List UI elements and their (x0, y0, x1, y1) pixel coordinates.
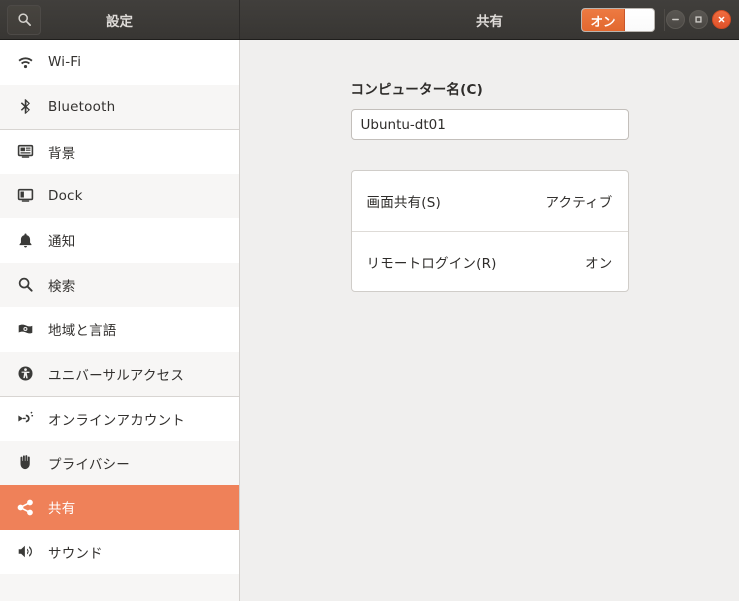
share-icon (10, 499, 40, 516)
search-icon (10, 276, 40, 293)
sidebar-item-bluetooth[interactable]: Bluetooth (0, 84, 239, 129)
speaker-icon (10, 543, 40, 560)
sidebar-item-label: Bluetooth (48, 98, 116, 115)
online-accounts-icon (10, 410, 40, 427)
computer-name-input[interactable] (350, 109, 629, 140)
close-icon (718, 16, 725, 23)
sidebar-item-label: Dock (48, 187, 83, 204)
row-value: アクティブ (545, 195, 613, 211)
sidebar-item-label: 検索 (48, 278, 76, 295)
search-button[interactable] (7, 4, 41, 35)
sidebar-item-label: 背景 (48, 145, 76, 162)
toggle-on-label: オン (582, 9, 625, 31)
flag-icon (10, 321, 40, 338)
sharing-options-list: 画面共有(S) アクティブ リモートログイン(R) オン (350, 170, 629, 292)
sidebar-item-online-accounts[interactable]: オンラインアカウント (0, 396, 239, 441)
sharing-panel-inner: コンピューター名(C) 画面共有(S) アクティブ リモートログイン(R) オン (350, 40, 629, 292)
titlebar: 設定 共有 オン (0, 0, 739, 40)
search-icon (17, 12, 32, 27)
settings-window: 設定 共有 オン Wi-Fi Bluetooth 背景 Dock 通知 検索 地… (0, 0, 739, 601)
sidebar: Wi-Fi Bluetooth 背景 Dock 通知 検索 地域と言語 ユニバー… (0, 40, 240, 601)
titlebar-left-pane: 設定 (0, 0, 240, 39)
sidebar-item-label: 地域と言語 (48, 323, 117, 340)
row-value: オン (585, 255, 613, 272)
toggle-knob (625, 9, 654, 31)
wifi-icon (10, 54, 40, 71)
titlebar-right-pane: 共有 オン (240, 0, 739, 39)
hand-icon (10, 454, 40, 471)
sidebar-item-partial[interactable] (0, 574, 239, 601)
sidebar-item-label: 共有 (48, 501, 76, 518)
sidebar-item-search[interactable]: 検索 (0, 262, 239, 307)
screen-sharing-row[interactable]: 画面共有(S) アクティブ (352, 171, 628, 231)
minimize-button[interactable] (666, 10, 685, 29)
row-label: 画面共有(S) (366, 195, 442, 211)
sidebar-item-label: Wi-Fi (48, 54, 82, 71)
maximize-icon (695, 16, 702, 23)
accessibility-icon (10, 365, 40, 382)
remote-login-row[interactable]: リモートログイン(R) オン (351, 231, 628, 291)
sidebar-item-universal-access[interactable]: ユニバーサルアクセス (0, 351, 239, 396)
sidebar-item-wifi[interactable]: Wi-Fi (0, 40, 239, 85)
sidebar-item-background[interactable]: 背景 (0, 129, 239, 174)
window-controls (666, 0, 731, 39)
bell-icon (10, 232, 40, 249)
sidebar-item-sound[interactable]: サウンド (0, 529, 239, 574)
sidebar-item-label: 通知 (48, 234, 76, 251)
close-button[interactable] (712, 10, 731, 29)
sidebar-item-dock[interactable]: Dock (0, 173, 239, 218)
sidebar-item-label: ユニバーサルアクセス (48, 367, 185, 384)
bluetooth-icon (10, 98, 40, 115)
row-label: リモートログイン(R) (366, 255, 497, 272)
sidebar-item-privacy[interactable]: プライバシー (0, 440, 239, 485)
dock-icon (10, 187, 40, 204)
computer-name-label: コンピューター名(C) (350, 82, 483, 98)
sidebar-item-region-language[interactable]: 地域と言語 (0, 307, 239, 352)
window-body: Wi-Fi Bluetooth 背景 Dock 通知 検索 地域と言語 ユニバー… (0, 40, 739, 601)
sidebar-item-label: プライバシー (48, 456, 130, 473)
minimize-icon (672, 18, 679, 21)
maximize-button[interactable] (689, 10, 708, 29)
titlebar-divider (664, 9, 665, 31)
sharing-panel: コンピューター名(C) 画面共有(S) アクティブ リモートログイン(R) オン (240, 40, 739, 601)
wallpaper-icon (10, 143, 40, 160)
sharing-master-toggle[interactable]: オン (581, 8, 655, 32)
sidebar-item-label: オンラインアカウント (48, 412, 185, 429)
sidebar-item-label: サウンド (48, 545, 103, 562)
sidebar-item-notifications[interactable]: 通知 (0, 218, 239, 263)
sidebar-item-sharing[interactable]: 共有 (0, 485, 239, 530)
